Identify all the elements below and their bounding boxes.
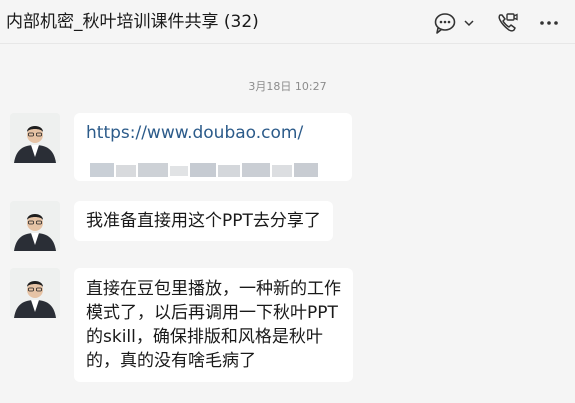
avatar[interactable] — [10, 268, 60, 318]
message-link[interactable]: https://www.doubao.com/ — [86, 121, 340, 145]
chat-bubble-icon[interactable] — [434, 12, 456, 34]
message-text: 我准备直接用这个PPT去分享了 — [86, 211, 321, 231]
avatar-photo — [10, 113, 60, 163]
message-text-line: 模式了，以后再调用一下秋叶PPT — [86, 303, 338, 323]
avatar[interactable] — [10, 201, 60, 251]
message-bubble-text[interactable]: 我准备直接用这个PPT去分享了 — [74, 201, 333, 241]
message-timestamp: 3月18日 10:27 — [248, 80, 327, 93]
avatar[interactable] — [10, 113, 60, 163]
chat-title[interactable]: 内部机密_秋叶培训课件共享 (32) — [6, 10, 259, 34]
avatar-photo — [10, 201, 60, 251]
blurred-preview — [90, 163, 318, 177]
message-bubble-text[interactable]: 直接在豆包里播放，一种新的工作 模式了，以后再调用一下秋叶PPT 的skill，… — [74, 268, 353, 382]
more-icon[interactable] — [538, 12, 560, 34]
chat-header: 内部机密_秋叶培训课件共享 (32) — [0, 0, 575, 44]
message-bubble-link[interactable]: https://www.doubao.com/ — [74, 113, 352, 181]
message-text-line: 的，真的没有啥毛病了 — [86, 351, 256, 371]
avatar-photo — [10, 268, 60, 318]
message-text-line: 直接在豆包里播放，一种新的工作 — [86, 279, 341, 299]
chevron-down-icon[interactable] — [464, 18, 474, 28]
message-text-line: 的skill，确保排版和风格是秋叶 — [86, 327, 323, 347]
phone-video-icon[interactable] — [496, 12, 518, 34]
